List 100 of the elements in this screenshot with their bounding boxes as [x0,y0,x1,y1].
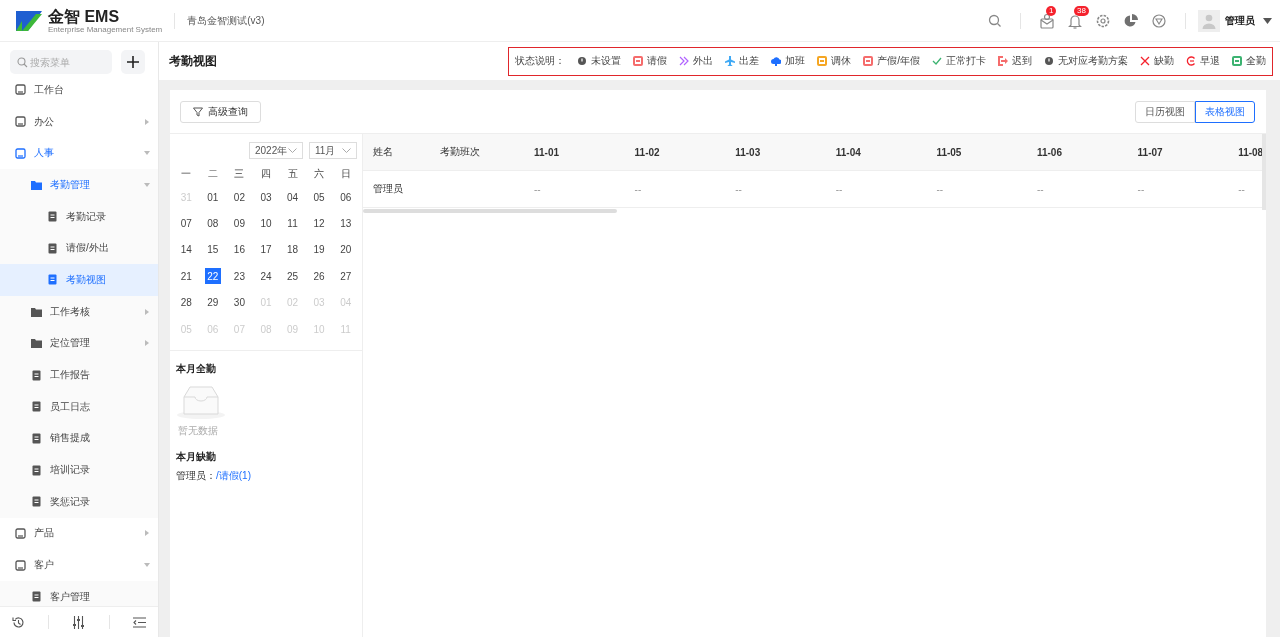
calendar-day[interactable]: 21 [178,268,195,285]
legend-label: 请假 [647,54,668,68]
legend-label: 未设置 [591,54,622,68]
column-header: 11-03 [734,145,762,160]
menu-item[interactable]: 客户管理 [0,581,158,606]
calendar-day[interactable]: 01 [204,189,221,206]
column-header: 11-08 [1237,145,1265,160]
count-badge: 1 [1046,5,1057,16]
menu-item[interactable]: 办公 [0,105,158,138]
calendar-day[interactable]: 08 [204,215,221,232]
calendar-day[interactable]: 20 [337,241,354,258]
table-cell-text: 管理员 [372,182,404,196]
weekday-label: 六 [313,166,326,181]
table-cell-text: -- [1035,182,1045,197]
column-header: 11-07 [1136,145,1164,160]
month-select[interactable]: 11月 [309,142,357,159]
calendar-day[interactable]: 15 [204,241,221,258]
table-cell-text: -- [1237,182,1246,197]
calendar-day[interactable]: 02 [231,189,248,206]
legend-label: 状态说明： [515,54,566,68]
page-title: 考勤视图 [169,52,217,70]
legend-label: 无对应考勤方案 [1058,54,1128,68]
menu-item[interactable]: 奖惩记录 [0,485,158,518]
calendar-day[interactable]: 23 [231,268,248,285]
calendar-day[interactable]: 12 [311,215,328,232]
calendar-day[interactable]: 09 [231,215,248,232]
menu-item[interactable]: 培训记录 [0,454,158,486]
calendar-day[interactable]: 24 [258,268,274,285]
menu-item[interactable]: 工作考核 [0,295,158,328]
absence-link[interactable]: /请假(1) [216,470,251,482]
menu-item[interactable]: 定位管理 [0,327,158,360]
weekday-label: 三 [233,166,246,181]
table-cell-text: -- [834,182,844,197]
table-cell-text: -- [935,182,945,197]
weekday-label: 一 [180,166,193,181]
brand-name: 金智 EMS [48,7,121,25]
column-header: 11-01 [533,145,561,160]
calendar-day[interactable]: 26 [311,268,328,285]
user-name[interactable]: 管理员 [1225,13,1255,28]
calendar-day[interactable]: 17 [258,241,274,258]
menu-item[interactable]: 考勤管理 [0,169,158,201]
legend-label: 产假/年假 [877,54,920,68]
calendar-day[interactable]: 25 [284,268,301,285]
calendar-day[interactable]: 10 [258,215,274,232]
table-cell-text: -- [734,182,743,197]
calendar-day[interactable]: 07 [178,215,195,232]
menu-item[interactable]: 考勤记录 [0,200,158,233]
legend-label: 加班 [785,54,806,68]
calendar-day[interactable]: 11 [284,215,301,232]
legend-label: 外出 [693,54,714,68]
calendar-day[interactable]: 28 [178,294,195,311]
tenant-name: 青岛金智测试(v3) [187,13,265,28]
column-header: 考勤班次 [439,145,481,159]
column-header: 姓名 [372,145,394,159]
table-cell-text: -- [533,182,542,197]
calendar-day[interactable]: 13 [337,215,354,232]
count-badge: 38 [1074,5,1089,16]
calendar-day[interactable]: 18 [284,241,301,258]
table-cell-text: -- [633,182,643,197]
section-title: 本月全勤 [176,362,217,377]
brand-subtitle: Enterprise Management System [48,24,163,34]
menu-item[interactable]: 销售提成 [0,422,158,455]
column-header: 11-04 [834,145,862,160]
filter-button[interactable]: 高级查询 [180,100,261,123]
calendar-day[interactable]: 14 [178,241,195,258]
menu-item[interactable]: 考勤视图 [0,264,158,296]
calendar-day[interactable]: 30 [231,294,248,311]
calendar-day[interactable]: 27 [337,268,354,285]
calendar-day[interactable]: 16 [231,241,248,258]
legend-label: 迟到 [1012,54,1032,68]
calendar-day[interactable]: 03 [258,189,274,206]
menu-item[interactable]: 客户 [0,549,158,581]
legend-label: 正常打卡 [946,54,986,68]
weekday-label: 二 [206,166,219,181]
menu-item[interactable]: 员工日志 [0,390,158,423]
column-header: 11-06 [1035,145,1063,160]
menu-item[interactable]: 人事 [0,137,158,170]
calendar-day[interactable]: 05 [311,189,328,206]
column-header: 11-05 [935,145,963,160]
view-tab[interactable]: 表格视图 [1195,100,1255,123]
legend-label: 全勤 [1246,54,1266,68]
menu-item[interactable]: 工作报告 [0,359,158,391]
year-select[interactable]: 2022年 [249,142,303,159]
calendar-day[interactable]: 06 [337,189,354,206]
employee-name: 管理员： [176,470,216,482]
calendar-day[interactable]: 04 [284,189,301,206]
legend-label: 缺勤 [1154,54,1174,68]
menu-item[interactable]: 产品 [0,517,158,550]
legend-label: 早退 [1200,54,1220,68]
menu-item[interactable]: 工作台 [0,74,158,106]
weekday-label: 四 [260,166,272,181]
column-header: 11-02 [633,145,661,160]
legend-label: 调休 [831,54,852,68]
calendar-day[interactable]: 19 [311,241,328,258]
view-tab[interactable]: 日历视图 [1135,100,1195,123]
calendar-day[interactable]: 22 [204,268,221,285]
calendar-day[interactable]: 29 [204,294,221,311]
table-cell-text: -- [1136,182,1146,197]
menu-item[interactable]: 请假/外出 [0,232,158,265]
search-field[interactable]: 搜索菜单 [10,50,112,74]
